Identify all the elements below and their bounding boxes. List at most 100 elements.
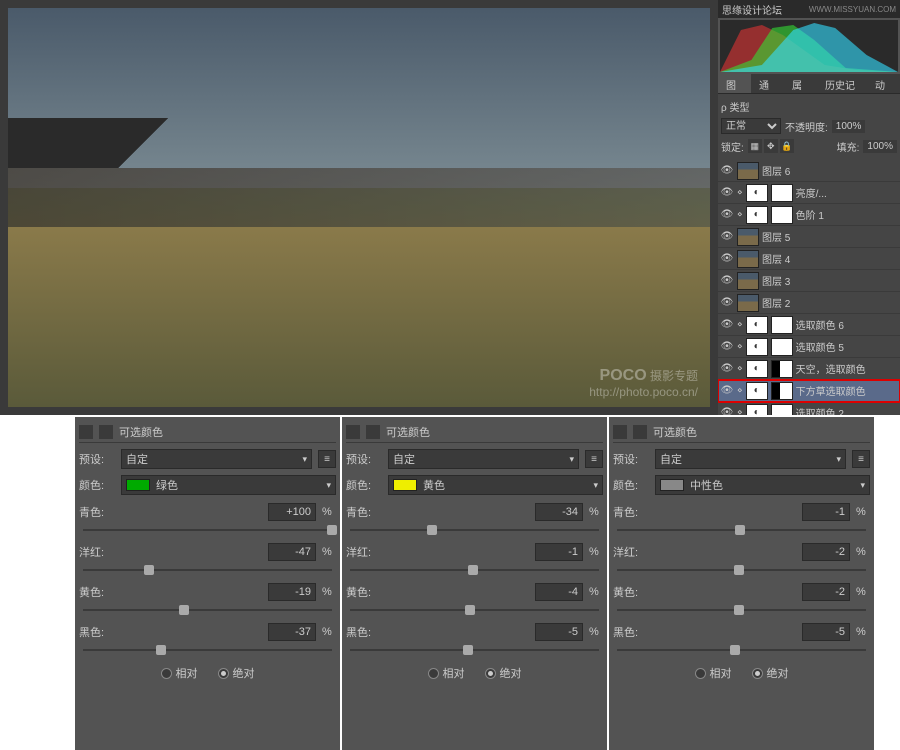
yellow-value-input[interactable]: [802, 583, 850, 601]
layer-name[interactable]: 天空，选取颜色: [796, 361, 898, 376]
layer-name[interactable]: 图层 3: [762, 273, 898, 288]
mask-thumb[interactable]: [771, 316, 793, 334]
layer-row[interactable]: 👁⋄◐ 天空，选取颜色: [718, 358, 900, 380]
layer-name[interactable]: 亮度/...: [796, 185, 898, 200]
layer-name[interactable]: 图层 6: [762, 163, 898, 178]
link-icon[interactable]: ⋄: [737, 407, 743, 415]
black-slider[interactable]: [617, 643, 866, 657]
black-value-input[interactable]: [535, 623, 583, 641]
layer-row[interactable]: 👁图层 2: [718, 292, 900, 314]
opacity-value[interactable]: 100%: [832, 120, 866, 133]
layer-name[interactable]: 下方草选取颜色: [796, 383, 898, 398]
layer-thumb[interactable]: [737, 228, 759, 246]
layer-name[interactable]: 选取颜色 5: [796, 339, 898, 354]
visibility-eye-icon[interactable]: 👁: [720, 208, 734, 222]
cyan-value-input[interactable]: [535, 503, 583, 521]
link-icon[interactable]: ⋄: [737, 363, 743, 374]
yellow-value-input[interactable]: [535, 583, 583, 601]
histogram-panel[interactable]: [720, 20, 898, 72]
absolute-radio[interactable]: 绝对: [752, 665, 789, 681]
layer-row[interactable]: 👁⋄◐色阶 1: [718, 204, 900, 226]
mask-thumb[interactable]: [771, 404, 793, 416]
magenta-slider[interactable]: [617, 563, 866, 577]
cyan-slider[interactable]: [617, 523, 866, 537]
fill-value[interactable]: 100%: [863, 140, 897, 153]
preset-menu-button[interactable]: ≡: [585, 450, 603, 468]
visibility-eye-icon[interactable]: 👁: [720, 164, 734, 178]
color-select[interactable]: 中性色▾: [655, 475, 870, 495]
black-slider[interactable]: [350, 643, 599, 657]
layer-row[interactable]: 👁图层 3: [718, 270, 900, 292]
visibility-eye-icon[interactable]: 👁: [720, 230, 734, 244]
mask-thumb[interactable]: [771, 360, 793, 378]
lock-pixels-icon[interactable]: ▦: [748, 139, 762, 153]
absolute-radio[interactable]: 绝对: [218, 665, 255, 681]
canvas-area[interactable]: POCO 摄影专题 http://photo.poco.cn/: [0, 0, 718, 415]
layer-row[interactable]: 👁 图层 4: [718, 248, 900, 270]
adjustment-thumb[interactable]: ◐: [746, 316, 768, 334]
visibility-eye-icon[interactable]: 👁: [720, 406, 734, 416]
lock-all-icon[interactable]: 🔒: [780, 139, 794, 153]
black-value-input[interactable]: [268, 623, 316, 641]
layer-name[interactable]: 色阶 1: [796, 207, 898, 222]
relative-radio[interactable]: 相对: [161, 665, 198, 681]
layer-name[interactable]: 选取颜色 2: [796, 405, 898, 415]
preset-select[interactable]: 自定▾: [388, 449, 579, 469]
link-icon[interactable]: ⋄: [737, 385, 743, 396]
adjustment-thumb[interactable]: ◐: [746, 360, 768, 378]
cyan-slider[interactable]: [83, 523, 332, 537]
preset-menu-button[interactable]: ≡: [852, 450, 870, 468]
preset-menu-button[interactable]: ≡: [318, 450, 336, 468]
visibility-eye-icon[interactable]: 👁: [720, 318, 734, 332]
layer-row[interactable]: 👁⋄◐选取颜色 5: [718, 336, 900, 358]
layer-thumb[interactable]: [737, 272, 759, 290]
mask-icon[interactable]: [366, 425, 380, 439]
magenta-value-input[interactable]: [268, 543, 316, 561]
tab-props[interactable]: 属性: [784, 74, 817, 93]
layer-thumb[interactable]: [737, 294, 759, 312]
adjustment-thumb[interactable]: ◐: [746, 184, 768, 202]
link-icon[interactable]: ⋄: [737, 187, 743, 198]
layer-name[interactable]: 图层 5: [762, 229, 898, 244]
layer-row[interactable]: 👁⋄◐ 下方草选取颜色: [718, 380, 900, 402]
color-select[interactable]: 黄色▾: [388, 475, 603, 495]
tab-channels[interactable]: 通道: [751, 74, 784, 93]
black-slider[interactable]: [83, 643, 332, 657]
tab-actions[interactable]: 动作: [867, 74, 900, 93]
layer-thumb[interactable]: [737, 250, 759, 268]
lock-position-icon[interactable]: ✥: [764, 139, 778, 153]
yellow-slider[interactable]: [83, 603, 332, 617]
absolute-radio[interactable]: 绝对: [485, 665, 522, 681]
visibility-eye-icon[interactable]: 👁: [720, 252, 734, 266]
mask-thumb[interactable]: [771, 184, 793, 202]
layer-row[interactable]: 👁 图层 6: [718, 160, 900, 182]
link-icon[interactable]: ⋄: [737, 209, 743, 220]
layer-thumb[interactable]: [737, 162, 759, 180]
yellow-value-input[interactable]: [268, 583, 316, 601]
layer-row[interactable]: 👁⋄◐选取颜色 6: [718, 314, 900, 336]
layer-name[interactable]: 图层 4: [762, 251, 898, 266]
blend-mode-select[interactable]: 正常: [721, 118, 781, 134]
visibility-eye-icon[interactable]: 👁: [720, 186, 734, 200]
layer-row[interactable]: 👁⋄◐选取颜色 2: [718, 402, 900, 415]
cyan-value-input[interactable]: [268, 503, 316, 521]
tab-layers[interactable]: 图层: [718, 74, 751, 93]
layer-row[interactable]: 👁⋄◐ 亮度/...: [718, 182, 900, 204]
adjustment-icon[interactable]: [346, 425, 360, 439]
yellow-slider[interactable]: [617, 603, 866, 617]
magenta-value-input[interactable]: [802, 543, 850, 561]
yellow-slider[interactable]: [350, 603, 599, 617]
layers-list[interactable]: 👁图层 6👁⋄◐亮度/...👁⋄◐色阶 1👁图层 5👁图层 4👁图层 3👁图层 …: [718, 160, 900, 415]
magenta-slider[interactable]: [83, 563, 332, 577]
adjustment-thumb[interactable]: ◐: [746, 382, 768, 400]
mask-icon[interactable]: [99, 425, 113, 439]
visibility-eye-icon[interactable]: 👁: [720, 384, 734, 398]
preset-select[interactable]: 自定▾: [121, 449, 312, 469]
tab-history[interactable]: 历史记录: [817, 74, 867, 93]
visibility-eye-icon[interactable]: 👁: [720, 362, 734, 376]
layer-name[interactable]: 图层 2: [762, 295, 898, 310]
mask-thumb[interactable]: [771, 338, 793, 356]
link-icon[interactable]: ⋄: [737, 319, 743, 330]
layer-row[interactable]: 👁 图层 5: [718, 226, 900, 248]
cyan-slider[interactable]: [350, 523, 599, 537]
